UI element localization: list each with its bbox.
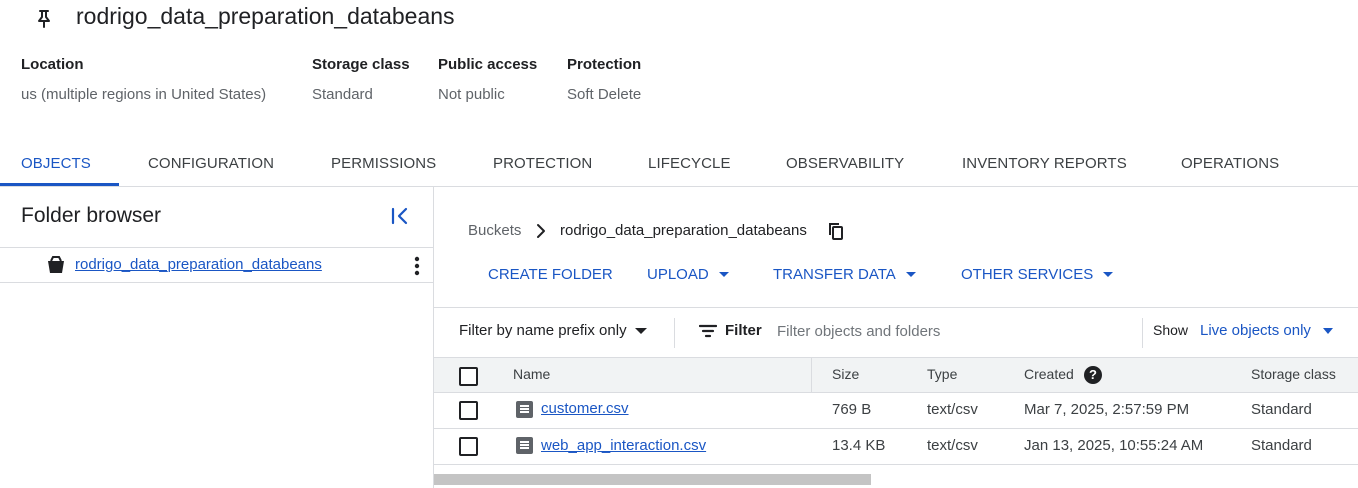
column-header-size[interactable]: Size bbox=[832, 366, 859, 382]
tab-observability[interactable]: OBSERVABILITY bbox=[786, 155, 904, 172]
tab-protection[interactable]: PROTECTION bbox=[493, 155, 592, 172]
panel-divider bbox=[433, 187, 434, 488]
protection-value: Soft Delete bbox=[567, 86, 642, 103]
object-type: text/csv bbox=[927, 437, 978, 454]
dropdown-caret-icon bbox=[634, 327, 647, 334]
active-tab-indicator bbox=[0, 183, 119, 186]
bucket-icon bbox=[48, 256, 64, 273]
storage-class-label: Storage class bbox=[312, 56, 410, 73]
dropdown-caret-icon bbox=[718, 272, 729, 277]
filter-bar-divider bbox=[434, 307, 1358, 308]
tab-operations[interactable]: OPERATIONS bbox=[1181, 155, 1279, 172]
folder-browser-bucket-link[interactable]: rodrigo_data_preparation_databeans bbox=[75, 256, 322, 273]
tab-permissions[interactable]: PERMISSIONS bbox=[331, 155, 436, 172]
folder-browser-row-divider bbox=[0, 282, 433, 283]
table-header bbox=[434, 357, 1358, 393]
object-storage-class: Standard bbox=[1251, 437, 1312, 454]
pin-icon[interactable] bbox=[34, 8, 54, 30]
help-icon[interactable]: ? bbox=[1084, 366, 1102, 384]
filter-input[interactable] bbox=[770, 316, 1130, 346]
chevron-right-icon bbox=[537, 224, 545, 238]
row-checkbox[interactable] bbox=[459, 437, 478, 456]
public-access-label: Public access bbox=[438, 56, 538, 73]
public-access-value: Not public bbox=[438, 86, 505, 103]
tab-objects[interactable]: OBJECTS bbox=[21, 155, 91, 172]
dropdown-caret-icon bbox=[905, 272, 916, 277]
create-folder-button[interactable]: CREATE FOLDER bbox=[488, 266, 613, 283]
upload-label: UPLOAD bbox=[647, 266, 709, 283]
upload-button[interactable]: UPLOAD bbox=[647, 266, 729, 283]
other-services-button[interactable]: OTHER SERVICES bbox=[961, 266, 1114, 283]
folder-browser-title: Folder browser bbox=[21, 204, 162, 227]
other-services-label: OTHER SERVICES bbox=[961, 266, 1094, 283]
object-created: Jan 13, 2025, 10:55:24 AM bbox=[1024, 437, 1204, 454]
dropdown-caret-icon bbox=[1103, 272, 1114, 277]
object-storage-class: Standard bbox=[1251, 401, 1312, 418]
filter-label: Filter bbox=[725, 322, 762, 339]
tab-inventory-reports[interactable]: INVENTORY REPORTS bbox=[962, 155, 1127, 172]
transfer-data-button[interactable]: TRANSFER DATA bbox=[773, 266, 916, 283]
column-header-storage-class[interactable]: Storage class bbox=[1251, 366, 1336, 382]
object-size: 13.4 KB bbox=[832, 437, 886, 454]
row-divider bbox=[434, 428, 1358, 429]
protection-label: Protection bbox=[567, 56, 642, 73]
file-icon bbox=[516, 437, 533, 454]
object-link[interactable]: web_app_interaction.csv bbox=[541, 437, 706, 454]
location-value: us (multiple regions in United States) bbox=[21, 86, 267, 103]
object-type: text/csv bbox=[927, 401, 978, 418]
object-created: Mar 7, 2025, 2:57:59 PM bbox=[1024, 401, 1190, 418]
page-title: rodrigo_data_preparation_databeans bbox=[76, 3, 455, 29]
folder-browser-divider bbox=[0, 247, 433, 248]
object-link[interactable]: customer.csv bbox=[541, 400, 629, 417]
filter-icon bbox=[699, 324, 717, 338]
filter-mode-select[interactable]: Filter by name prefix only bbox=[459, 322, 647, 339]
column-resize-handle[interactable] bbox=[811, 357, 812, 393]
row-checkbox[interactable] bbox=[459, 401, 478, 420]
object-size: 769 B bbox=[832, 401, 872, 418]
tab-configuration[interactable]: CONFIGURATION bbox=[148, 155, 274, 172]
location-label: Location bbox=[21, 56, 84, 73]
column-header-name[interactable]: Name bbox=[513, 366, 550, 382]
breadcrumb-current: rodrigo_data_preparation_databeans bbox=[560, 222, 807, 239]
collapse-left-icon[interactable] bbox=[390, 206, 410, 226]
copy-icon[interactable] bbox=[827, 222, 845, 240]
dropdown-caret-icon bbox=[1322, 327, 1333, 334]
transfer-data-label: TRANSFER DATA bbox=[773, 266, 896, 283]
horizontal-scrollbar[interactable] bbox=[434, 474, 871, 485]
tabs-divider bbox=[0, 186, 1358, 187]
show-objects-value: Live objects only bbox=[1200, 322, 1311, 339]
select-all-checkbox[interactable] bbox=[459, 367, 478, 386]
more-vert-icon[interactable] bbox=[410, 256, 424, 276]
column-header-created[interactable]: Created bbox=[1024, 366, 1074, 382]
show-label: Show bbox=[1153, 322, 1189, 338]
row-divider bbox=[434, 464, 1358, 465]
tab-lifecycle[interactable]: LIFECYCLE bbox=[648, 155, 731, 172]
file-icon bbox=[516, 401, 533, 418]
column-header-type[interactable]: Type bbox=[927, 366, 957, 382]
create-folder-label: CREATE FOLDER bbox=[488, 266, 613, 283]
show-separator bbox=[1142, 318, 1143, 348]
filter-separator bbox=[674, 318, 675, 348]
breadcrumb-buckets[interactable]: Buckets bbox=[468, 222, 521, 239]
filter-mode-label: Filter by name prefix only bbox=[459, 322, 627, 339]
show-objects-select[interactable]: Live objects only bbox=[1200, 322, 1333, 339]
storage-class-value: Standard bbox=[312, 86, 373, 103]
